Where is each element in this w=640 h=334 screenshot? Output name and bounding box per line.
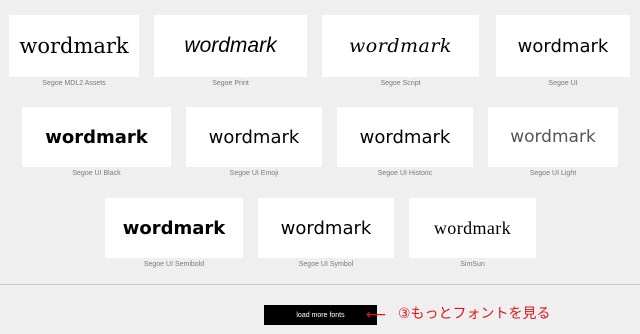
font-label: Segoe Print	[212, 80, 249, 87]
font-sample: wordmark	[510, 127, 596, 147]
load-more-fonts-button[interactable]: load more fonts	[264, 305, 377, 325]
font-sample: wordmark	[359, 126, 451, 148]
font-card-segoe-ui-symbol[interactable]: wordmark	[258, 198, 394, 258]
font-label: Segoe UI	[548, 80, 578, 87]
font-label: Segoe MDL2 Assets	[42, 80, 106, 87]
font-card-segoe-ui-light[interactable]: wordmark	[488, 107, 618, 167]
font-sample: wordmark	[208, 126, 300, 148]
font-sample: wordmark	[122, 217, 226, 239]
font-card-segoe-ui-black[interactable]: wordmark	[22, 107, 171, 167]
font-label: Segoe UI Semibold	[143, 261, 205, 268]
font-label: Segoe UI Symbol	[298, 261, 354, 268]
font-sample: wordmark	[45, 126, 148, 148]
divider	[0, 284, 640, 285]
font-label: Segoe UI Historic	[377, 170, 433, 177]
font-card-segoe-ui-historic[interactable]: wordmark	[337, 107, 473, 167]
font-card-simsun[interactable]: wordmark	[409, 198, 536, 258]
font-card-segoe-ui-emoji[interactable]: wordmark	[186, 107, 322, 167]
font-card-segoe-print[interactable]: wordmark	[154, 15, 307, 77]
font-sample: wordmark	[517, 35, 609, 57]
font-card-segoe-ui[interactable]: wordmark	[496, 15, 630, 77]
font-card-segoe-mdl2-assets[interactable]: wordmark	[9, 15, 139, 77]
font-label: Segoe UI Emoji	[229, 170, 279, 177]
font-label: Segoe UI Black	[72, 170, 121, 177]
font-sample: wordmark	[19, 34, 129, 58]
font-sample: wordmark	[349, 35, 452, 57]
font-sample: wordmark	[433, 217, 512, 238]
font-label: SimSun	[460, 261, 485, 268]
font-sample: wordmark	[280, 217, 372, 239]
font-card-segoe-ui-semibold[interactable]: wordmark	[105, 198, 243, 258]
font-label: Segoe UI Light	[529, 170, 577, 177]
font-card-segoe-script[interactable]: wordmark	[322, 15, 479, 77]
font-label: Segoe Script	[380, 80, 421, 87]
arrow-left-icon: ⟵	[366, 307, 387, 323]
annotation-text: ③もっとフォントを見る	[398, 306, 551, 322]
font-sample: wordmark	[184, 34, 277, 57]
